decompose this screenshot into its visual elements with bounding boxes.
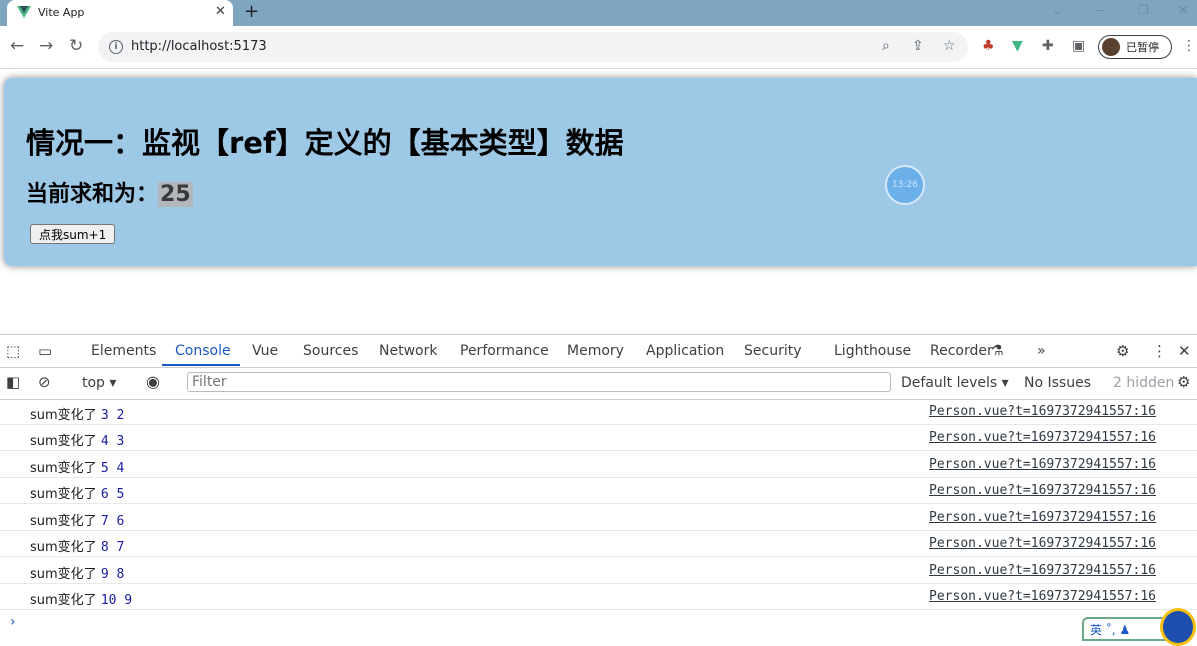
menu-kebab-icon[interactable]: ⋮ (1182, 38, 1196, 54)
side-panel-icon[interactable]: ▣ (1072, 38, 1085, 54)
tab-title: Vite App (38, 6, 85, 19)
device-toggle-icon[interactable]: ▭ (38, 342, 52, 360)
source-link[interactable]: Person.vue?t=1697372941557:16 (929, 563, 1156, 578)
console-row: sum变化了 6 5 Person.vue?t=1697372941557:16 (0, 477, 1197, 504)
source-link[interactable]: Person.vue?t=1697372941557:16 (929, 536, 1156, 551)
hidden-count: 2 hidden (1113, 375, 1175, 391)
sum-line: 当前求和为：25 (26, 176, 193, 208)
console-row: sum变化了 10 9 Person.vue?t=1697372941557:1… (0, 583, 1197, 610)
ime-toolbar[interactable]: 英 ˚, ♟ (1082, 617, 1170, 641)
reload-icon[interactable]: ↻ (69, 37, 83, 55)
ime-label: 英 ˚, ♟ (1090, 623, 1131, 637)
console-row: sum变化了 3 2 Person.vue?t=1697372941557:16 (0, 398, 1197, 425)
console-toolbar: ◧ ⊘ top ▾ ◉ Default levels ▾ No Issues 2… (0, 368, 1197, 400)
clear-console-icon[interactable]: ⊘ (38, 373, 51, 391)
tab-performance[interactable]: Performance (460, 343, 549, 359)
restore-button[interactable]: ❐ (1138, 3, 1149, 17)
log-message: sum变化了 4 3 (30, 434, 125, 449)
share-icon[interactable]: ⇪ (912, 38, 924, 54)
console-row: sum变化了 5 4 Person.vue?t=1697372941557:16 (0, 451, 1197, 478)
tab-lighthouse[interactable]: Lighthouse (834, 343, 911, 359)
tab-console[interactable]: Console (175, 343, 231, 359)
page-title: 情况一：监视【ref】定义的【基本类型】数据 (26, 126, 624, 160)
log-message: sum变化了 10 9 (30, 593, 133, 608)
log-message: sum变化了 5 4 (30, 461, 125, 476)
site-info-icon[interactable]: i (109, 40, 123, 54)
log-levels-dropdown[interactable]: Default levels ▾ (901, 375, 1009, 391)
close-window-button[interactable]: ✕ (1178, 3, 1188, 17)
console-prompt[interactable]: › (10, 614, 16, 630)
recording-timer-bubble[interactable]: 13:26 (885, 165, 925, 205)
context-selector[interactable]: top ▾ (82, 375, 116, 391)
tab-strip: Vite App ✕ + ⌄ — ❐ ✕ (0, 0, 1197, 26)
forward-icon[interactable]: → (39, 37, 53, 55)
avatar (1102, 38, 1120, 56)
person-card: 情况一：监视【ref】定义的【基本类型】数据 当前求和为：25 点我sum+1 (4, 78, 1197, 266)
more-tabs-button[interactable]: » (1037, 343, 1046, 359)
tab-vue[interactable]: Vue (252, 343, 278, 359)
tab-application[interactable]: Application (646, 343, 724, 359)
tab-elements[interactable]: Elements (91, 343, 156, 359)
source-link[interactable]: Person.vue?t=1697372941557:16 (929, 589, 1156, 604)
tab-security[interactable]: Security (744, 343, 802, 359)
console-row: sum变化了 7 6 Person.vue?t=1697372941557:16 (0, 504, 1197, 531)
console-row: sum变化了 9 8 Person.vue?t=1697372941557:16 (0, 557, 1197, 584)
devtools-tabbar: ⬚ ▭ Elements Console Vue Sources Network… (0, 335, 1197, 368)
sum-label: 当前求和为： (26, 182, 159, 207)
extension-icon[interactable]: ♣ (982, 38, 995, 54)
address-bar[interactable]: i http://localhost:5173 ⌕ ⇪ ☆ (98, 32, 968, 62)
source-link[interactable]: Person.vue?t=1697372941557:16 (929, 457, 1156, 472)
context-label: top (82, 375, 105, 391)
console-settings-icon[interactable]: ⚙ (1177, 373, 1190, 391)
puzzle-icon[interactable]: ✚ (1042, 38, 1054, 54)
log-message: sum变化了 9 8 (30, 567, 125, 582)
inspect-element-icon[interactable]: ⬚ (6, 342, 20, 360)
browser-tab[interactable]: Vite App ✕ (7, 0, 233, 26)
minimize-button[interactable]: — (1094, 3, 1106, 17)
console-row: sum变化了 8 7 Person.vue?t=1697372941557:16 (0, 530, 1197, 557)
tab-sources[interactable]: Sources (303, 343, 358, 359)
tab-network[interactable]: Network (379, 343, 437, 359)
bookmark-star-icon[interactable]: ☆ (943, 38, 956, 54)
devtools-menu-icon[interactable]: ⋮ (1152, 342, 1167, 360)
settings-gear-icon[interactable]: ⚙ (1116, 342, 1129, 360)
source-link[interactable]: Person.vue?t=1697372941557:16 (929, 430, 1156, 445)
tab-search-icon[interactable]: ⌄ (1052, 3, 1062, 17)
url-text[interactable]: http://localhost:5173 (131, 39, 267, 54)
increment-button[interactable]: 点我sum+1 (30, 224, 116, 244)
ime-logo-icon[interactable] (1160, 608, 1196, 646)
log-message: sum变化了 6 5 (30, 487, 125, 502)
profile-label: 已暂停 (1126, 41, 1159, 54)
console-row: sum变化了 4 3 Person.vue?t=1697372941557:16 (0, 424, 1197, 451)
tab-recorder[interactable]: Recorder (930, 343, 993, 359)
tab-memory[interactable]: Memory (567, 343, 624, 359)
log-message: sum变化了 7 6 (30, 514, 125, 529)
close-devtools-icon[interactable]: ✕ (1178, 342, 1191, 360)
active-tab-indicator (162, 364, 240, 366)
vue-logo-icon (17, 6, 31, 18)
browser-toolbar: ← → ↻ i http://localhost:5173 ⌕ ⇪ ☆ ♣ ▼ … (0, 26, 1197, 69)
new-tab-button[interactable]: + (244, 1, 259, 22)
vue-devtools-icon[interactable]: ▼ (1012, 38, 1023, 54)
source-link[interactable]: Person.vue?t=1697372941557:16 (929, 510, 1156, 525)
sum-value: 25 (158, 182, 193, 207)
issues-button[interactable]: No Issues (1024, 375, 1091, 391)
sidebar-toggle-icon[interactable]: ◧ (6, 373, 20, 391)
log-message: sum变化了 8 7 (30, 540, 125, 555)
log-message: sum变化了 3 2 (30, 408, 125, 423)
source-link[interactable]: Person.vue?t=1697372941557:16 (929, 404, 1156, 419)
source-link[interactable]: Person.vue?t=1697372941557:16 (929, 483, 1156, 498)
back-icon[interactable]: ← (10, 37, 24, 55)
close-tab-icon[interactable]: ✕ (215, 4, 226, 19)
live-expression-eye-icon[interactable]: ◉ (146, 372, 160, 391)
flask-icon: ⚗ (991, 343, 1004, 359)
console-filter-input[interactable] (187, 372, 891, 392)
zoom-icon[interactable]: ⌕ (882, 38, 890, 54)
profile-button[interactable]: 已暂停 (1098, 35, 1172, 59)
